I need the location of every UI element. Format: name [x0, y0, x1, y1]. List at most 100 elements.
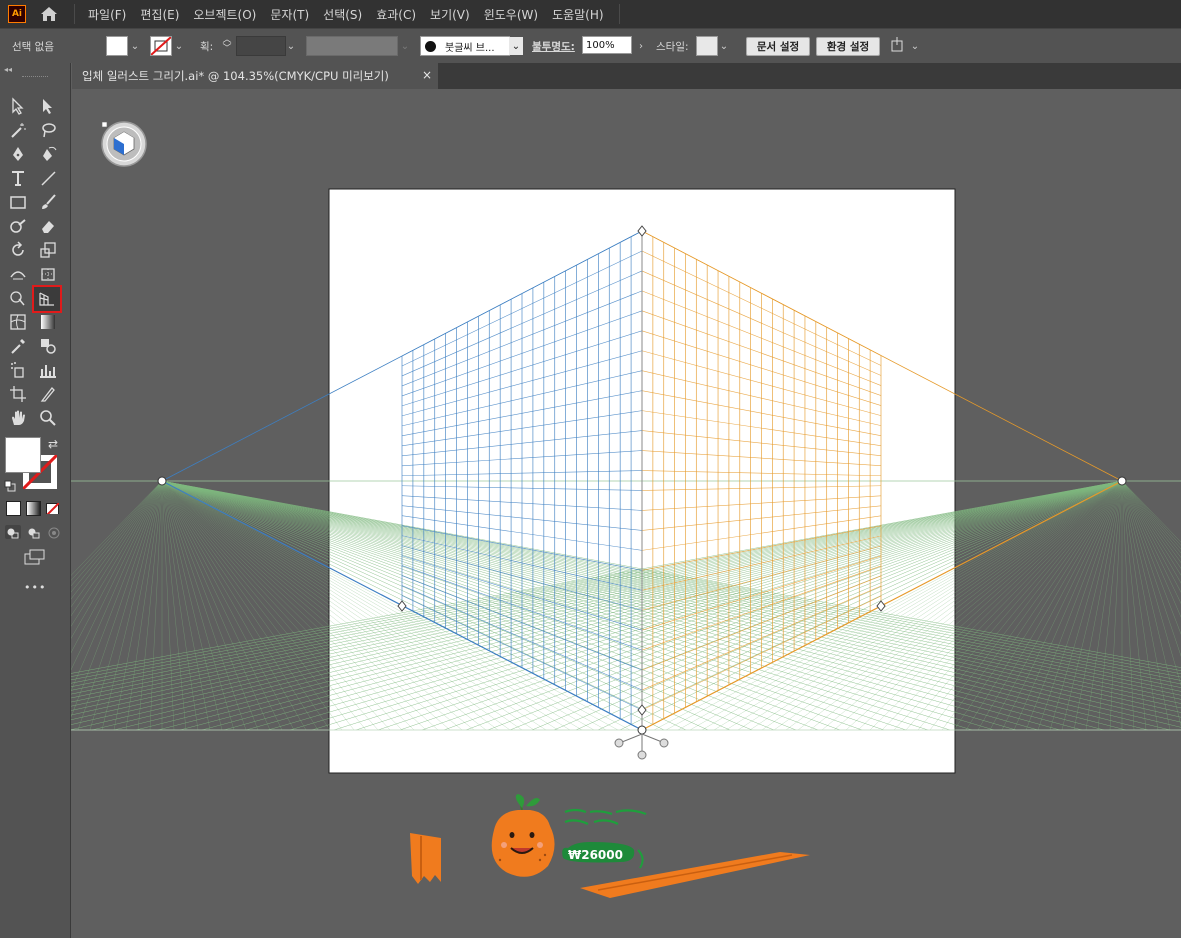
stroke-weight-dropdown-icon[interactable]: ⌄ — [284, 37, 298, 55]
opacity-label[interactable]: 불투명도: — [532, 39, 575, 54]
direct-selection-tool-icon[interactable] — [37, 95, 59, 117]
ground-grid-line — [1121, 480, 1171, 731]
shape-builder-tool-icon[interactable] — [7, 287, 29, 309]
menu-select[interactable]: 선택(S) — [316, 6, 369, 23]
menu-type[interactable]: 문자(T) — [263, 6, 316, 23]
tools-panel: ◂◂ ⇄ ••• — [0, 63, 71, 938]
document-tab[interactable]: 입체 일러스트 그리기.ai* @ 104.35%(CMYK/CPU 미리보기)… — [72, 63, 438, 89]
document-tab-title: 입체 일러스트 그리기.ai* @ 104.35%(CMYK/CPU 미리보기) — [82, 69, 389, 83]
eyedropper-tool-icon[interactable] — [7, 335, 29, 357]
opacity-input[interactable]: 100% — [582, 36, 632, 54]
app-logo: Ai — [8, 5, 26, 23]
line-segment-tool-icon[interactable] — [37, 167, 59, 189]
paintbrush-tool-icon[interactable] — [37, 191, 59, 213]
orange-character[interactable] — [491, 794, 555, 877]
selection-tool-icon[interactable] — [7, 95, 29, 117]
scale-tool-icon[interactable] — [37, 239, 59, 261]
collapse-panel-icon[interactable]: ◂◂ — [4, 65, 12, 74]
ground-grid-line — [149, 480, 163, 731]
ground-grid-line — [161, 480, 187, 731]
brush-dropdown-icon[interactable]: ⌄ — [509, 37, 523, 55]
eraser-tool-icon[interactable] — [37, 215, 59, 237]
ground-grid-line — [941, 480, 1123, 731]
control-bar: 선택 없음 ⌄ ⌄ 획: ︿ ﹀ ⌄ ⌄ 붓글씨 브... ⌄ 불투명도: 100… — [0, 28, 1181, 63]
ground-level-handle[interactable] — [637, 725, 647, 735]
arrange-dropdown-icon[interactable]: ⌄ — [908, 37, 922, 55]
ground-grid-line — [965, 480, 1123, 731]
stroke-stepper-icon[interactable]: ︿ ﹀ — [220, 36, 234, 56]
ground-grid-line — [1121, 480, 1135, 731]
home-icon[interactable] — [38, 3, 60, 25]
pen-tool-icon[interactable] — [7, 143, 29, 165]
edit-toolbar-icon[interactable]: ••• — [24, 581, 46, 594]
right-vanishing-point-handle[interactable] — [1117, 476, 1127, 486]
menu-object[interactable]: 오브젝트(O) — [186, 6, 263, 23]
menu-effect[interactable]: 효과(C) — [369, 6, 423, 23]
fill-dropdown-icon[interactable]: ⌄ — [128, 37, 142, 55]
gradient-mode-icon[interactable] — [26, 501, 41, 516]
graphic-style-swatch[interactable] — [696, 36, 718, 56]
draw-behind-icon[interactable] — [26, 525, 42, 539]
type-tool-icon[interactable] — [7, 167, 29, 189]
rotate-tool-icon[interactable] — [7, 239, 29, 261]
artboard-tool-icon[interactable] — [7, 383, 29, 405]
none-mode-icon[interactable] — [46, 501, 59, 514]
free-transform-tool-icon[interactable] — [37, 263, 59, 285]
plane-switching-widget[interactable] — [101, 121, 147, 167]
default-fill-stroke-icon[interactable] — [4, 477, 16, 492]
right-plane-control-handle[interactable] — [659, 738, 669, 748]
brush-dot-icon — [425, 40, 436, 52]
stroke-weight-input[interactable] — [236, 36, 286, 56]
canvas-area[interactable]: ₩26000 — [71, 89, 1181, 938]
color-mode-icon[interactable] — [6, 501, 21, 516]
ground-grid-line — [161, 480, 175, 731]
menu-help[interactable]: 도움말(H) — [545, 6, 611, 23]
ground-grid-line — [1109, 480, 1123, 731]
hand-tool-icon[interactable] — [7, 407, 29, 429]
stroke-swatch[interactable] — [150, 36, 172, 56]
symbol-sprayer-tool-icon[interactable] — [7, 359, 29, 381]
left-vanishing-point-handle[interactable] — [157, 476, 167, 486]
menu-divider — [74, 4, 75, 24]
fill-swatch[interactable] — [106, 36, 128, 56]
magic-wand-tool-icon[interactable] — [7, 119, 29, 141]
opacity-expand-icon[interactable]: › — [634, 37, 648, 55]
perspective-grid-tool-icon[interactable] — [32, 285, 62, 313]
ground-grid-line — [161, 480, 211, 731]
menu-edit[interactable]: 편집(E) — [133, 6, 186, 23]
slice-tool-icon[interactable] — [37, 383, 59, 405]
panel-grip[interactable] — [22, 76, 48, 79]
width-tool-icon[interactable] — [7, 263, 29, 285]
screen-mode-icon[interactable] — [24, 549, 46, 565]
swap-fill-stroke-icon[interactable]: ⇄ — [48, 437, 58, 451]
zoom-tool-icon[interactable] — [37, 407, 59, 429]
document-setup-button[interactable]: 문서 설정 — [746, 37, 810, 56]
left-plane-control-handle[interactable] — [614, 738, 624, 748]
blend-tool-icon[interactable] — [37, 335, 59, 357]
perspective-canvas[interactable]: ₩26000 — [71, 89, 1181, 938]
stroke-dropdown-icon[interactable]: ⌄ — [172, 37, 186, 55]
variable-width-profile[interactable] — [306, 36, 398, 56]
brush-definition[interactable]: 붓글씨 브... — [420, 36, 510, 56]
lasso-tool-icon[interactable] — [37, 119, 59, 141]
rectangle-tool-icon[interactable] — [7, 191, 29, 213]
style-dropdown-icon[interactable]: ⌄ — [717, 37, 731, 55]
draw-normal-icon[interactable] — [5, 525, 21, 539]
mesh-tool-icon[interactable] — [7, 311, 29, 333]
column-graph-tool-icon[interactable] — [37, 359, 59, 381]
menu-window[interactable]: 윈도우(W) — [477, 6, 545, 23]
preferences-button[interactable]: 환경 설정 — [816, 37, 880, 56]
arrange-documents-icon[interactable] — [888, 35, 908, 55]
curvature-tool-icon[interactable] — [37, 143, 59, 165]
profile-dropdown-icon: ⌄ — [400, 40, 410, 52]
horizontal-plane-control-handle[interactable] — [637, 750, 647, 760]
shaper-tool-icon[interactable] — [7, 215, 29, 237]
ribbon-shape[interactable] — [410, 833, 441, 884]
close-tab-icon[interactable]: × — [422, 68, 432, 82]
draw-inside-icon[interactable] — [46, 525, 62, 539]
menu-view[interactable]: 보기(V) — [423, 6, 477, 23]
fill-color-swatch-front[interactable] — [5, 437, 41, 473]
gradient-tool-icon[interactable] — [37, 311, 59, 333]
menu-file[interactable]: 파일(F) — [81, 6, 133, 23]
ground-grid-line — [113, 480, 163, 731]
